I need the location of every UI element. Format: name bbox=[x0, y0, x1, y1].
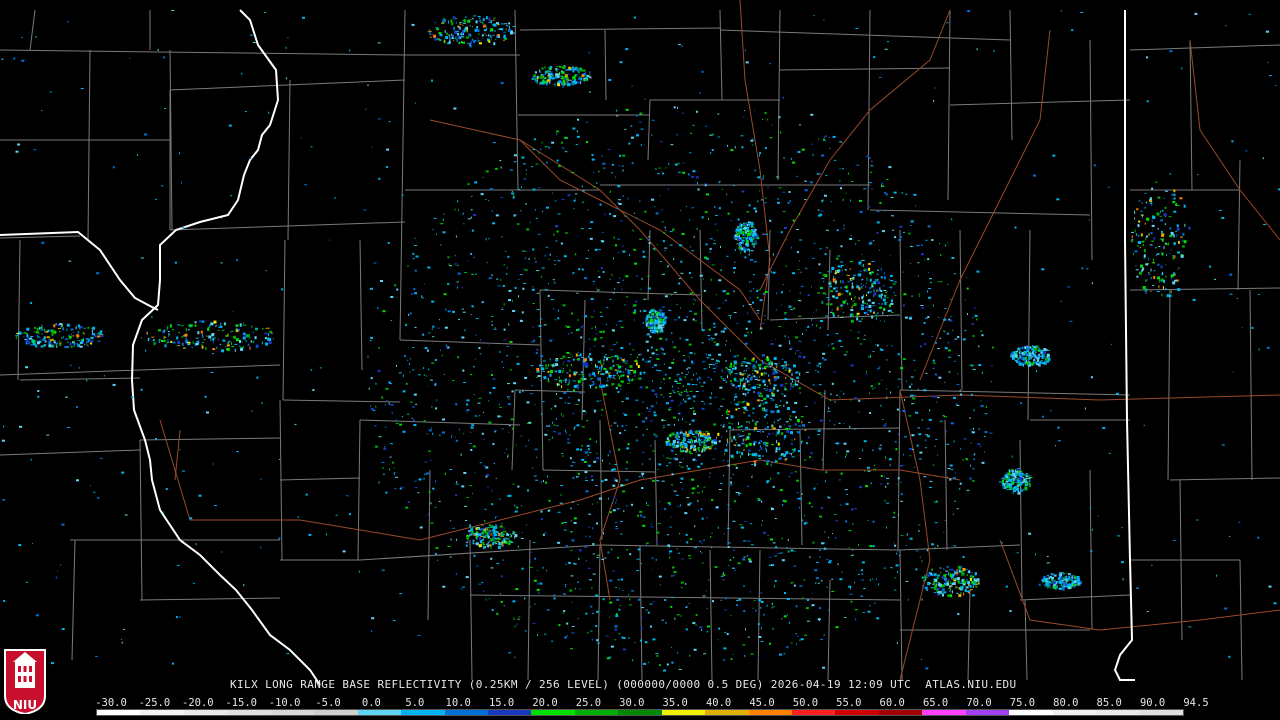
scale-label: 55.0 bbox=[836, 697, 862, 709]
scale-label: 15.0 bbox=[488, 697, 515, 709]
scale-label: 75.0 bbox=[1009, 697, 1036, 709]
scale-label: 5.0 bbox=[405, 697, 425, 709]
niu-logo: NIU bbox=[3, 646, 47, 714]
scale-swatch bbox=[314, 710, 358, 715]
scale-swatch bbox=[748, 710, 792, 715]
scale-label: 65.0 bbox=[922, 697, 949, 709]
scale-swatch bbox=[792, 710, 836, 715]
highway-lines bbox=[159, 0, 1280, 681]
scale-swatch bbox=[270, 710, 315, 715]
scale-label: 60.0 bbox=[879, 697, 905, 709]
scale-swatch bbox=[922, 710, 966, 715]
scale-swatch bbox=[183, 710, 228, 715]
scale-swatch bbox=[1096, 710, 1140, 715]
scale-swatch bbox=[705, 710, 749, 715]
scale-label: -25.0 bbox=[138, 697, 171, 709]
scale-label: 30.0 bbox=[619, 697, 645, 709]
product-caption: KILX LONG RANGE BASE REFLECTIVITY (0.25K… bbox=[230, 678, 1017, 691]
scale-label: 20.0 bbox=[532, 697, 558, 709]
scale-swatch bbox=[531, 710, 575, 715]
scale-swatch bbox=[487, 710, 532, 715]
scale-swatch bbox=[574, 710, 619, 715]
scale-swatch bbox=[140, 710, 184, 715]
scale-label: -5.0 bbox=[315, 697, 341, 709]
scale-swatch bbox=[878, 710, 923, 715]
scale-swatch bbox=[97, 710, 141, 715]
scale-label: 80.0 bbox=[1053, 697, 1079, 709]
scale-label: 70.0 bbox=[966, 697, 992, 709]
scale-swatch bbox=[401, 710, 445, 715]
scale-label: 0.0 bbox=[361, 697, 381, 709]
scale-label: 45.0 bbox=[749, 697, 775, 709]
scale-label: 35.0 bbox=[662, 697, 688, 709]
scale-swatch bbox=[1139, 710, 1183, 715]
scale-swatch bbox=[965, 710, 1010, 715]
color-scale-labels: -30.0 -25.0 -20.0 -15.0 -10.0 -5.0 0.0 5.0 10.0 1… bbox=[92, 697, 1208, 709]
scale-swatch bbox=[661, 710, 706, 715]
scale-label: 10.0 bbox=[445, 697, 471, 709]
scale-swatch bbox=[835, 710, 879, 715]
scale-swatch bbox=[227, 710, 271, 715]
logo-label: NIU bbox=[12, 698, 38, 712]
scale-label: 25.0 bbox=[575, 697, 602, 709]
scale-label: -30.0 bbox=[95, 697, 127, 709]
scale-label: -15.0 bbox=[225, 697, 257, 709]
scale-swatch bbox=[618, 710, 662, 715]
scale-label: 85.0 bbox=[1096, 697, 1122, 709]
county-boundaries bbox=[0, 9, 1280, 681]
scale-label: -10.0 bbox=[268, 697, 301, 709]
scale-label: 94.5 bbox=[1183, 697, 1209, 709]
scale-label: 90.0 bbox=[1139, 697, 1166, 709]
scale-swatch bbox=[1009, 710, 1053, 715]
scale-label: -20.0 bbox=[181, 697, 214, 709]
scale-swatch bbox=[1052, 710, 1097, 715]
scale-label: 50.0 bbox=[792, 697, 819, 709]
color-scale-bar bbox=[96, 709, 1184, 716]
scale-label: 40.0 bbox=[705, 697, 732, 709]
radar-map bbox=[0, 0, 1280, 686]
scale-swatch bbox=[444, 710, 488, 715]
scale-swatch bbox=[357, 710, 402, 715]
